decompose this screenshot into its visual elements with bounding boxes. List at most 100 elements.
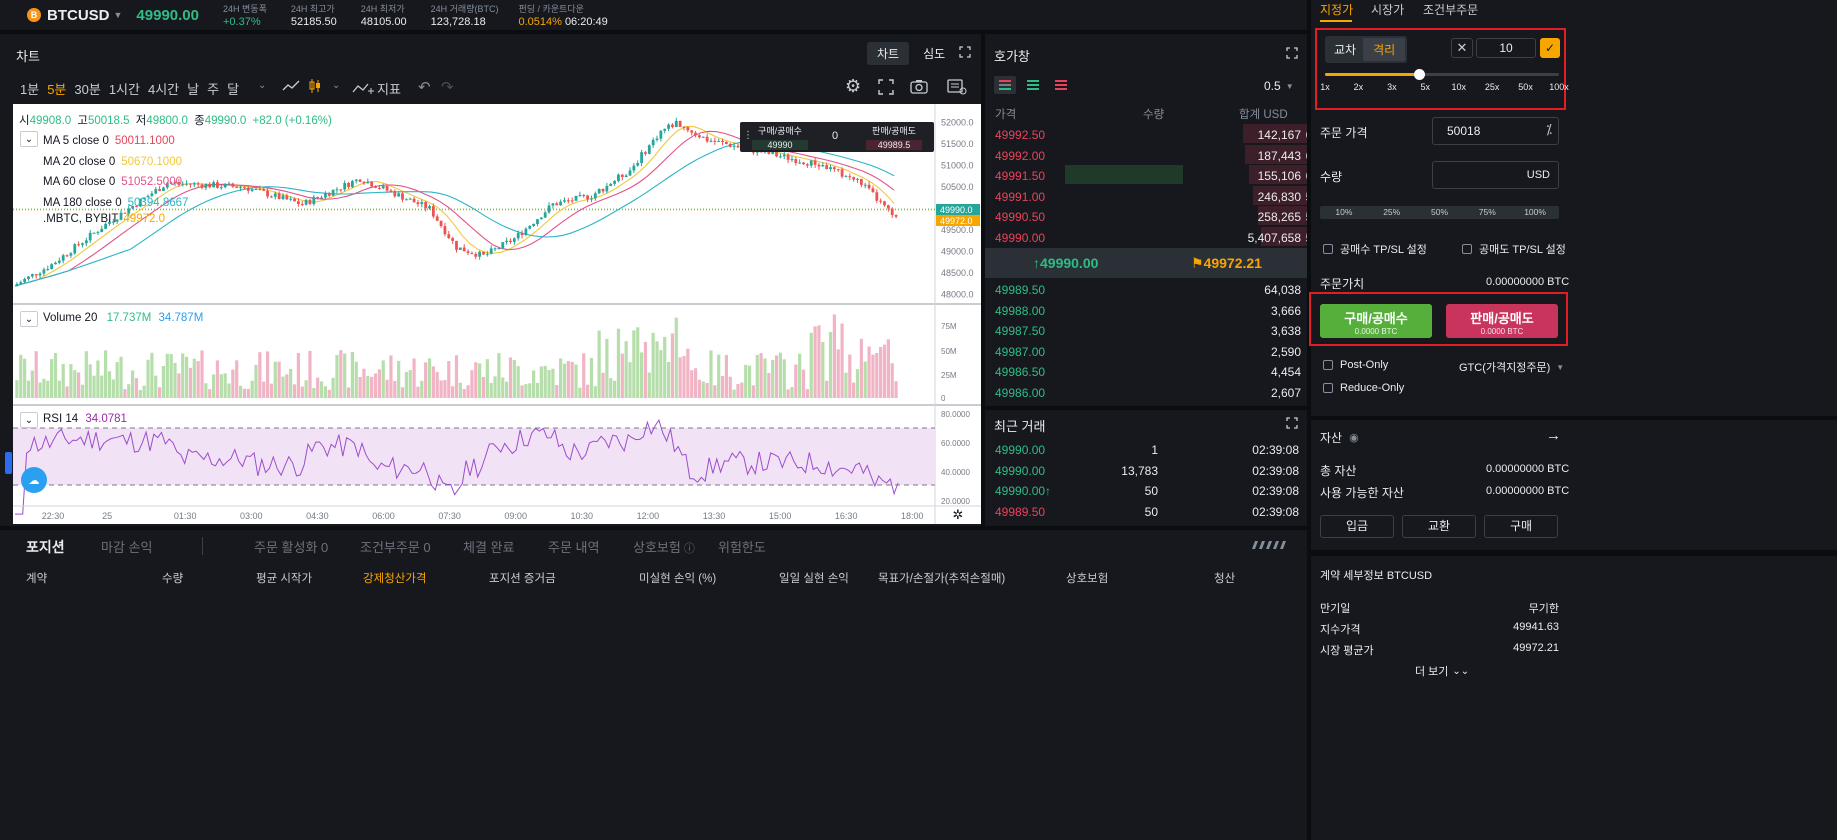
bid-row[interactable]: 49986.002,60780,993 — [985, 381, 1307, 405]
chart-tools-icon[interactable] — [947, 79, 967, 95]
collapse-rsi-icon[interactable]: ⌄ — [20, 412, 38, 428]
pct-button[interactable]: 100% — [1511, 206, 1559, 219]
pct-button[interactable]: 10% — [1320, 206, 1368, 219]
symbol-selector[interactable]: B BTCUSD ▼ 49990.00 — [27, 5, 199, 25]
fullscreen-icon[interactable] — [878, 79, 894, 95]
margin-isolated[interactable]: 격리 — [1363, 38, 1406, 61]
collapse-legend-icon[interactable]: ⌄ — [20, 131, 38, 147]
sell-short-button[interactable]: 판매/공매도 0.0000 BTC — [1446, 304, 1558, 338]
buy-long-button[interactable]: 구매/공매수 0.0000 BTC — [1320, 304, 1432, 338]
order-type-tab-1[interactable]: 시장가 — [1371, 1, 1404, 18]
order-type-tab-0[interactable]: 지정가 — [1320, 1, 1353, 18]
orderbook-bids-icon[interactable] — [1022, 76, 1044, 94]
leverage-mark[interactable]: 50x — [1518, 82, 1533, 92]
tpsl-short[interactable]: 공매도 TP/SL 설정 — [1462, 241, 1566, 257]
margin-cross[interactable]: 교차 — [1327, 38, 1363, 61]
leverage-mark[interactable]: 5x — [1421, 82, 1431, 92]
chart-canvas[interactable]: 52000.051500.051000.050500.050000.049500… — [13, 104, 981, 524]
quick-sell-button[interactable]: 판매/공매도 49989.5 — [866, 124, 922, 150]
order-type-tab-2[interactable]: 조건부주문 — [1423, 1, 1478, 18]
position-tab-2[interactable]: 주문 활성화 0 — [254, 537, 328, 556]
pct-button[interactable]: 75% — [1463, 206, 1511, 219]
interval-6[interactable]: 주 — [207, 79, 219, 98]
tif-select[interactable]: GTC(가격지정주문) ▼ — [1459, 359, 1564, 375]
qty-input[interactable]: USD — [1432, 161, 1559, 189]
tpsl-short-checkbox[interactable] — [1462, 244, 1472, 254]
candle-body — [543, 212, 547, 218]
interval-4[interactable]: 4시간 — [148, 79, 179, 98]
more-tabs-icon[interactable] — [1250, 539, 1286, 551]
arrow-right-icon[interactable]: → — [1546, 427, 1561, 444]
interval-0[interactable]: 1분 — [20, 79, 39, 98]
pct-button[interactable]: 50% — [1416, 206, 1464, 219]
quick-buy-button[interactable]: 구매/공매수 49990 — [752, 124, 808, 150]
chart-reset-icon[interactable]: ✲ — [951, 507, 965, 522]
leverage-mark[interactable]: 2x — [1354, 82, 1364, 92]
asset-button-1[interactable]: 교환 — [1402, 515, 1476, 538]
position-tab-7[interactable]: 위험한도 — [718, 537, 766, 556]
price-input[interactable]: 50018 ⁒ — [1432, 117, 1559, 145]
leverage-input[interactable]: 10 — [1476, 38, 1536, 58]
interval-more-icon[interactable]: ⌄ — [258, 80, 266, 91]
candle-body — [771, 151, 775, 154]
indicator-button[interactable]: 지표 — [352, 79, 401, 98]
bid-price: 49988.00 — [995, 303, 1046, 318]
expand-icon[interactable] — [1285, 416, 1299, 430]
position-tab-1[interactable]: 마감 손익 — [101, 537, 152, 556]
leverage-mark[interactable]: 1x — [1320, 82, 1330, 92]
collapse-volume-icon[interactable]: ⌄ — [20, 311, 38, 327]
expand-icon[interactable] — [958, 45, 972, 59]
leverage-mark[interactable]: 10x — [1451, 82, 1466, 92]
orderbook-asks-icon[interactable] — [1050, 76, 1072, 94]
candle-type-icon[interactable] — [308, 78, 322, 94]
interval-5[interactable]: 날 — [187, 79, 199, 98]
position-tab-6[interactable]: 상호보험 ⓘ — [633, 537, 695, 556]
precision-select[interactable]: 0.5 ▼ — [1264, 79, 1294, 93]
interval-7[interactable]: 달 — [227, 79, 239, 98]
redo-icon[interactable]: ↷ — [441, 78, 454, 96]
last-price-icon[interactable]: ⁒ — [1546, 122, 1552, 138]
position-tab-0[interactable]: 포지션 — [26, 537, 65, 557]
position-tab-5[interactable]: 주문 내역 — [548, 537, 599, 556]
pct-button[interactable]: 25% — [1368, 206, 1416, 219]
leverage-slider[interactable] — [1325, 69, 1559, 80]
tab-chart[interactable]: 차트 — [867, 42, 910, 65]
ask-row[interactable]: 49990.00 5,407,658 5,407,658 — [985, 226, 1307, 250]
leverage-mark[interactable]: 100x — [1549, 82, 1569, 92]
close-icon[interactable]: ✕ — [1451, 38, 1473, 58]
confirm-leverage-button[interactable]: ✓ — [1540, 38, 1560, 58]
assets-title: 자산 — [1320, 431, 1343, 445]
line-chart-icon[interactable] — [282, 79, 300, 93]
expand-icon[interactable] — [1285, 46, 1299, 60]
settings-icon[interactable]: ⚙ — [845, 76, 861, 97]
position-tab-4[interactable]: 체결 완료 — [463, 537, 514, 556]
post-only-checkbox[interactable] — [1323, 360, 1333, 370]
candle-body — [817, 164, 821, 167]
help-icon[interactable]: ⓘ — [684, 543, 695, 555]
post-only[interactable]: Post-Only — [1323, 359, 1388, 371]
asset-button-2[interactable]: 구매 — [1484, 515, 1558, 538]
side-drawer-handle[interactable] — [5, 452, 12, 474]
tab-depth[interactable]: 심도 — [913, 42, 955, 65]
quick-qty[interactable]: 0 — [832, 130, 838, 142]
undo-icon[interactable]: ↶ — [418, 78, 431, 96]
eye-icon[interactable]: ◉ — [1349, 431, 1359, 444]
reduce-only[interactable]: Reduce-Only — [1323, 382, 1404, 394]
orderbook-both-icon[interactable] — [994, 76, 1016, 94]
interval-1[interactable]: 5분 — [47, 79, 66, 98]
slider-thumb[interactable] — [1413, 69, 1425, 80]
leverage-mark[interactable]: 3x — [1387, 82, 1397, 92]
leverage-mark[interactable]: 25x — [1485, 82, 1500, 92]
mid-price-bar: ↑49990.00 ⚑49972.21 — [985, 248, 1307, 278]
more-button[interactable]: 더 보기 ⌄⌄ — [1415, 663, 1469, 679]
candle-type-more-icon[interactable]: ⌄ — [332, 80, 340, 91]
volume-bar — [512, 359, 516, 398]
reduce-only-checkbox[interactable] — [1323, 383, 1333, 393]
position-tab-3[interactable]: 조건부주문 0 — [360, 537, 431, 556]
tpsl-long[interactable]: 공매수 TP/SL 설정 — [1323, 241, 1427, 257]
interval-3[interactable]: 1시간 — [109, 79, 140, 98]
asset-button-0[interactable]: 입금 — [1320, 515, 1394, 538]
interval-2[interactable]: 30분 — [74, 79, 100, 98]
tpsl-long-checkbox[interactable] — [1323, 244, 1333, 254]
camera-icon[interactable] — [910, 79, 928, 94]
